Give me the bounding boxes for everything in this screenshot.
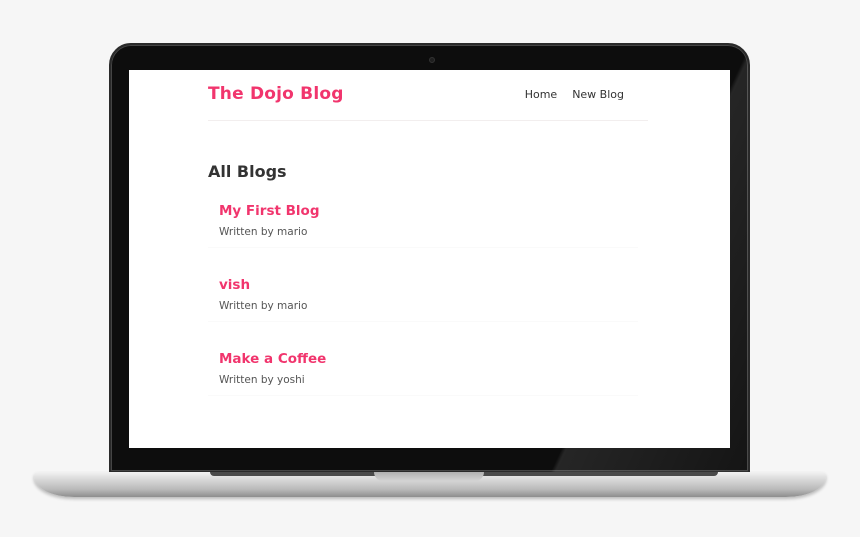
home-content: All Blogs My First Blog Written by mario… [208, 162, 638, 398]
opening-notch [374, 472, 484, 481]
laptop-frame: The Dojo Blog Home New Blog All Blogs My… [0, 0, 860, 537]
browser-viewport: The Dojo Blog Home New Blog All Blogs My… [129, 70, 730, 448]
blog-title[interactable]: vish [219, 277, 627, 293]
page-title: All Blogs [208, 162, 287, 181]
camera-icon [429, 57, 435, 63]
blog-preview[interactable]: My First Blog Written by mario [208, 193, 638, 248]
blog-preview[interactable]: Make a Coffee Written by yoshi [208, 341, 638, 396]
nav-links: Home New Blog [525, 88, 624, 101]
nav-link-home[interactable]: Home [525, 88, 557, 101]
laptop-base [34, 472, 826, 497]
navbar: The Dojo Blog Home New Blog [208, 70, 648, 121]
blog-preview[interactable]: vish Written by mario [208, 267, 638, 322]
blog-author: Written by mario [219, 226, 308, 238]
brand-title[interactable]: The Dojo Blog [208, 84, 344, 104]
nav-link-new-blog[interactable]: New Blog [572, 88, 624, 101]
blog-author: Written by yoshi [219, 374, 305, 386]
blog-title[interactable]: Make a Coffee [219, 351, 627, 367]
blog-author: Written by mario [219, 300, 308, 312]
blog-title[interactable]: My First Blog [219, 203, 627, 219]
